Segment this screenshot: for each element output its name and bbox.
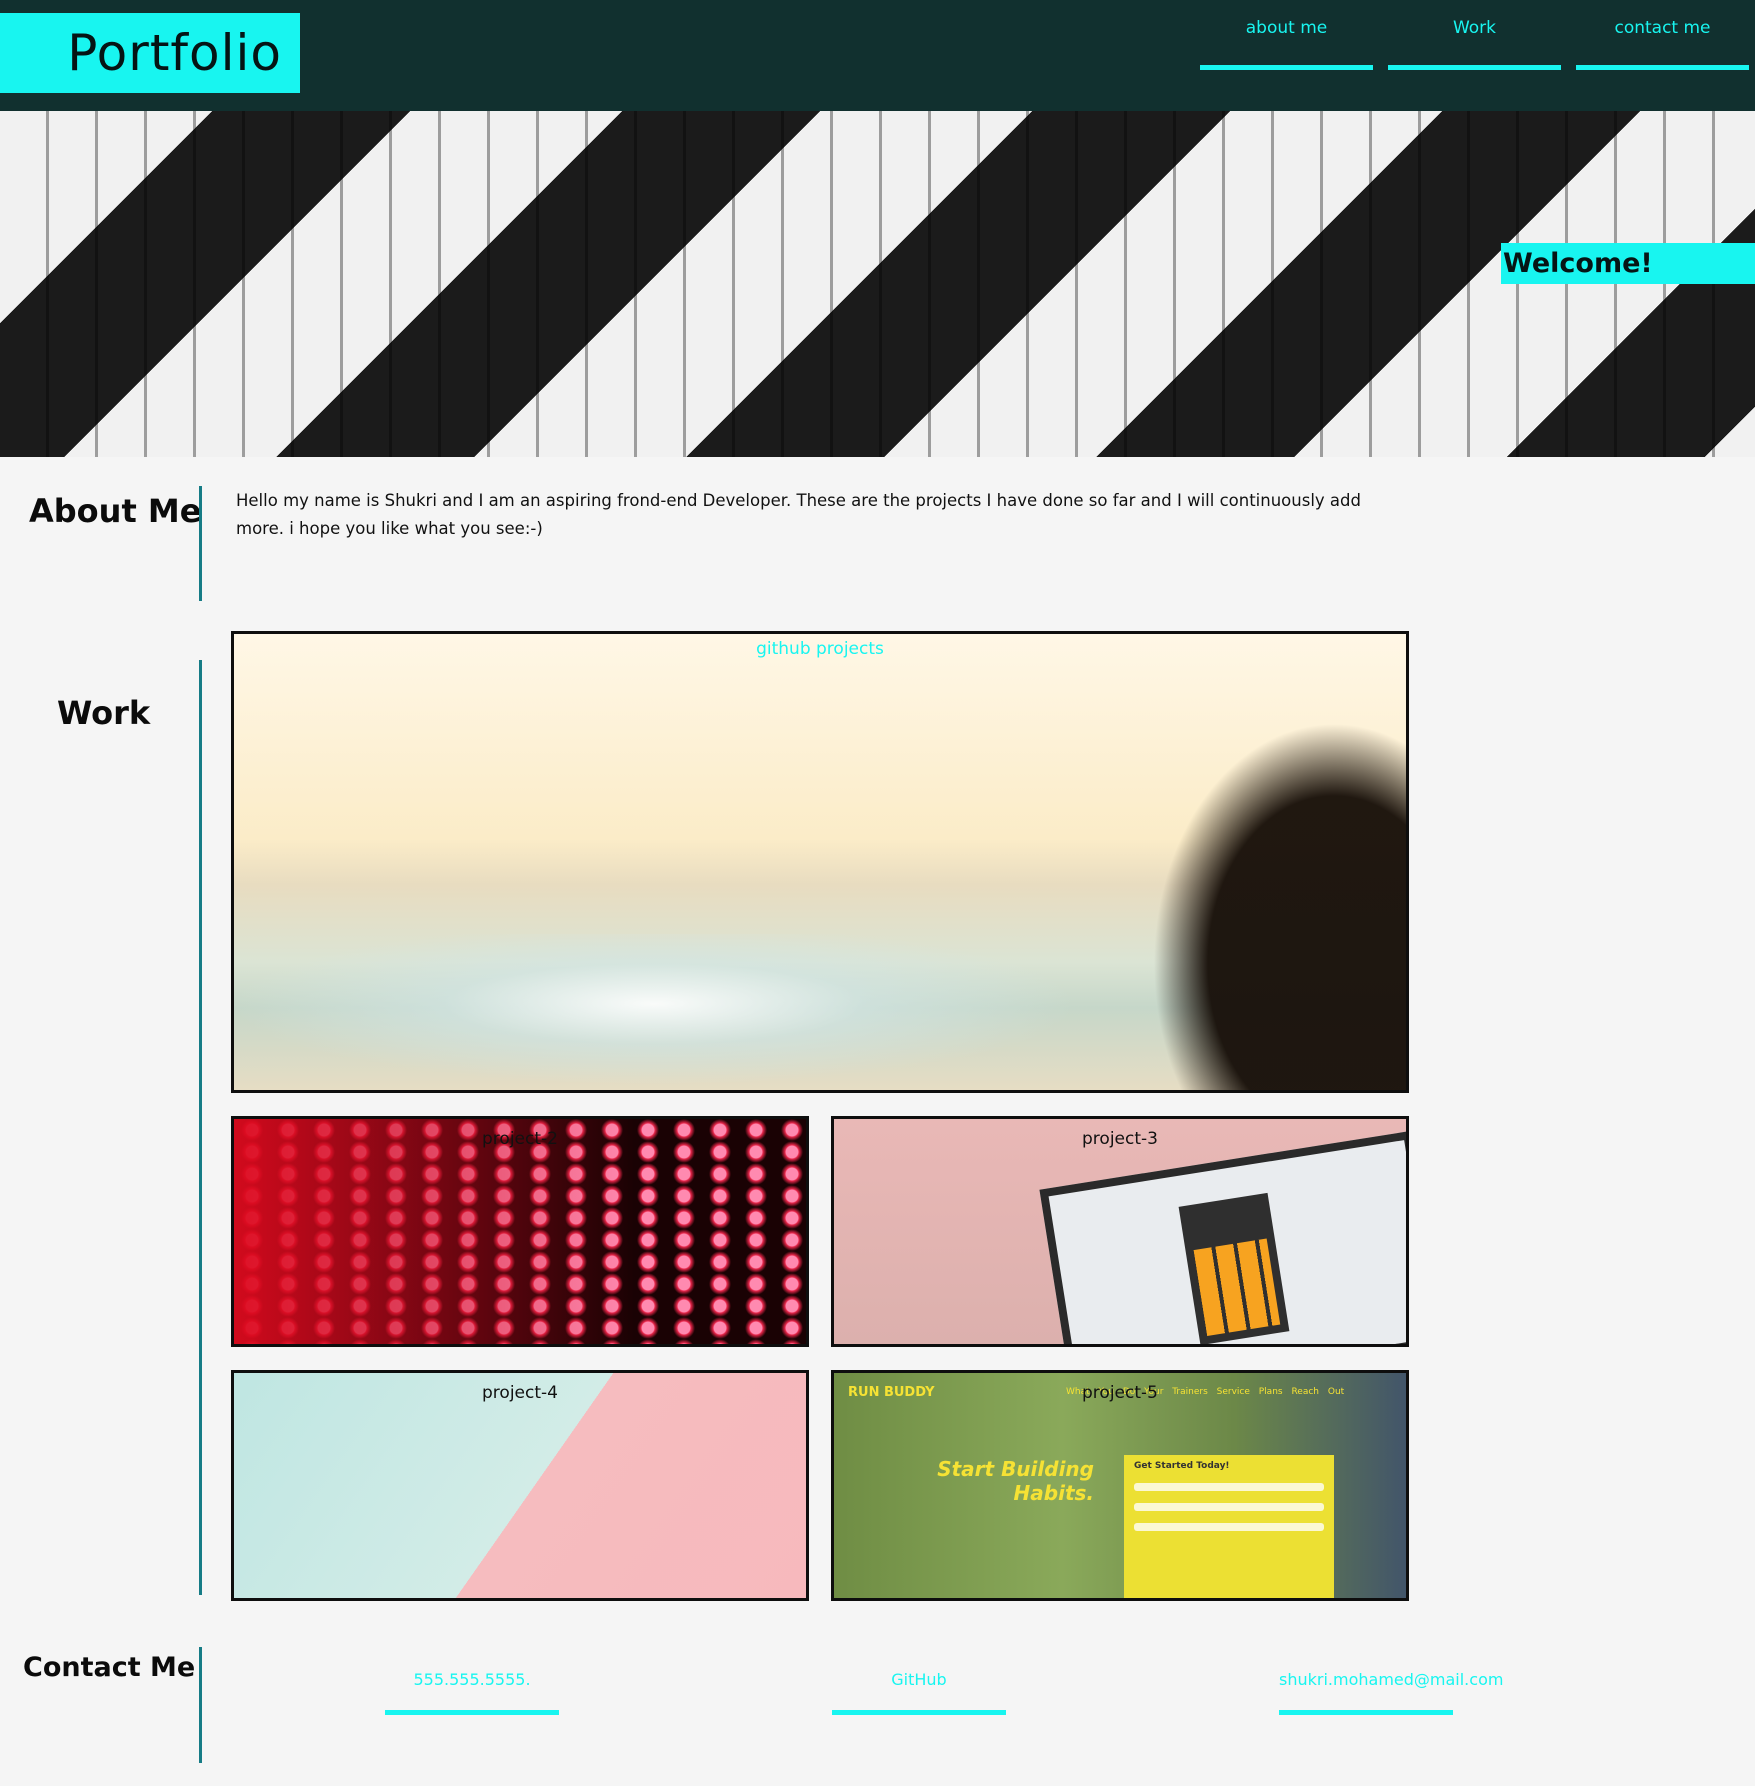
site-header: Portfolio about me Work contact me: [0, 0, 1755, 111]
project-5-label: project-5: [1082, 1383, 1158, 1403]
contact-email-underline: [1279, 1710, 1453, 1715]
nav-contact-me-underline: [1576, 65, 1749, 70]
project-5-preview-heading: Start Building Habits.: [937, 1457, 1094, 1505]
contact-email-label: shukri.mohamed@mail.com: [1279, 1670, 1504, 1689]
about-title: About Me: [29, 492, 202, 530]
work-title: Work: [57, 694, 151, 732]
project-card-4[interactable]: project-4: [231, 1370, 809, 1601]
project-3-label: project-3: [1082, 1129, 1158, 1149]
project-2-image: [234, 1119, 806, 1344]
project-2-label: project-2: [482, 1129, 558, 1149]
contact-divider: [199, 1647, 202, 1763]
project-card-github[interactable]: github projects: [231, 631, 1409, 1093]
project-card-3[interactable]: project-3: [831, 1116, 1409, 1347]
nav-work-label: Work: [1452, 18, 1497, 38]
project-4-label: project-4: [482, 1383, 558, 1403]
hero-banner: Welcome!: [0, 111, 1755, 457]
project-1-label: github projects: [756, 639, 884, 659]
nav-contact-me-label: contact me: [1614, 18, 1711, 38]
welcome-badge: Welcome!: [1501, 243, 1755, 284]
project-5-preview-form: Get Started Today!: [1124, 1455, 1334, 1598]
nav-work[interactable]: Work: [1388, 0, 1561, 70]
project-5-preview-form-title: Get Started Today!: [1134, 1461, 1230, 1471]
brand-logo[interactable]: Portfolio: [0, 13, 300, 93]
about-divider: [199, 486, 202, 601]
nav-about-me-label: about me: [1245, 18, 1328, 38]
brand-title: Portfolio: [67, 24, 282, 82]
project-5-preview-field-email: [1134, 1503, 1324, 1511]
contact-github-underline: [832, 1710, 1006, 1715]
contact-github-label: GitHub: [891, 1670, 947, 1689]
project-5-preview-field-phone: [1134, 1523, 1324, 1531]
contact-phone-link[interactable]: 555.555.5555.: [385, 1670, 559, 1750]
project-card-2[interactable]: project-2: [231, 1116, 809, 1347]
contact-github-link[interactable]: GitHub: [832, 1670, 1006, 1750]
nav-about-me-underline: [1200, 65, 1373, 70]
about-text: Hello my name is Shukri and I am an aspi…: [236, 491, 1361, 538]
contact-email-link[interactable]: shukri.mohamed@mail.com: [1279, 1670, 1504, 1750]
work-divider: [199, 660, 202, 1595]
project-1-wave: [234, 934, 1234, 1090]
contact-title: Contact Me: [23, 1652, 196, 1683]
nav-about-me[interactable]: about me: [1200, 0, 1373, 70]
nav-work-underline: [1388, 65, 1561, 70]
project-5-preview-field-name: [1134, 1483, 1324, 1491]
project-card-5[interactable]: RUN BUDDY What You Do Your Trainers Serv…: [831, 1370, 1409, 1601]
contact-phone-underline: [385, 1710, 559, 1715]
nav-contact-me[interactable]: contact me: [1576, 0, 1749, 70]
project-4-image: [234, 1373, 806, 1598]
contact-phone-label: 555.555.5555.: [413, 1670, 531, 1689]
